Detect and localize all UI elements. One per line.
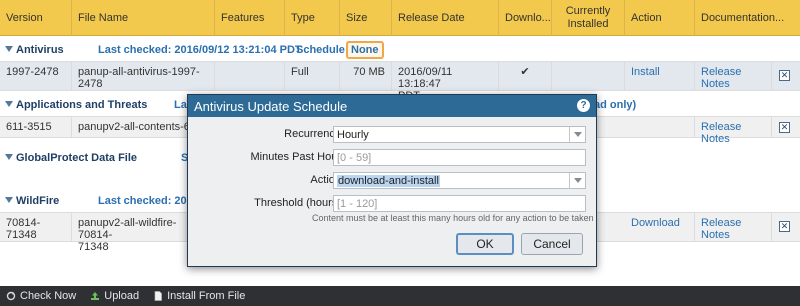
col-type-label: Type	[291, 12, 315, 24]
col-release-date-label: Release Date	[398, 12, 465, 24]
cell-file-name: panup-all-antivirus-1997-2478	[72, 62, 215, 90]
recurrence-value: Hourly	[337, 128, 369, 141]
collapse-triangle-icon[interactable]	[5, 197, 13, 203]
col-type[interactable]: Type	[285, 0, 340, 36]
cell-downloaded: ✔	[499, 62, 552, 90]
refresh-icon	[6, 291, 16, 301]
upload-button[interactable]: Upload	[90, 290, 139, 302]
chevron-down-icon[interactable]	[569, 127, 585, 142]
check-icon: ✔	[520, 66, 530, 78]
col-features[interactable]: Features	[215, 0, 285, 36]
action-value: download-and-install	[337, 174, 440, 187]
col-size-label: Size	[346, 12, 368, 24]
ok-button[interactable]: OK	[456, 233, 514, 255]
upload-label: Upload	[104, 290, 140, 302]
minutes-past-hour-input[interactable]: [0 - 59]	[333, 149, 586, 166]
cell-installed	[552, 62, 625, 90]
release-notes-link[interactable]: Release Notes	[701, 66, 741, 90]
collapse-triangle-icon[interactable]	[5, 154, 13, 160]
cancel-button[interactable]: Cancel	[521, 233, 583, 255]
col-file-name[interactable]: File Name	[72, 0, 215, 36]
cell-action: Install	[625, 62, 695, 90]
delete-icon[interactable]: ✕	[779, 70, 790, 81]
antivirus-schedule-label: Schedule:	[296, 44, 349, 56]
col-currently-installed[interactable]: Currently Installed	[552, 0, 625, 36]
dialog-title: Antivirus Update Schedule	[194, 98, 348, 114]
cell-size: 70 MB	[340, 62, 392, 90]
threshold-input[interactable]: [1 - 120]	[333, 195, 586, 212]
col-size[interactable]: Size	[340, 0, 392, 36]
release-date-line1: 2016/09/11 13:18:47	[398, 66, 453, 90]
antivirus-schedule-link[interactable]: None	[346, 41, 384, 59]
col-documentation[interactable]: Documentation...	[695, 0, 800, 36]
upload-icon	[91, 292, 100, 300]
dialog-title-bar[interactable]: Antivirus Update Schedule ?	[188, 95, 596, 117]
antivirus-schedule-dialog: Antivirus Update Schedule ? Recurrence H…	[187, 94, 597, 267]
check-now-label: Check Now	[20, 290, 77, 302]
recurrence-select[interactable]: Hourly	[333, 126, 586, 143]
delete-icon[interactable]: ✕	[779, 122, 790, 133]
section-antivirus-title: Antivirus	[16, 44, 64, 56]
cell-docs: Release Notes	[695, 117, 772, 145]
threshold-label: Threshold (hours)	[254, 197, 341, 209]
col-action-label: Action	[631, 12, 662, 24]
collapse-triangle-icon[interactable]	[5, 101, 13, 107]
check-now-button[interactable]: Check Now	[6, 290, 76, 302]
download-link[interactable]: Download	[631, 217, 680, 229]
col-version[interactable]: Version	[0, 0, 72, 36]
table-row[interactable]: 1997-2478 panup-all-antivirus-1997-2478 …	[0, 61, 800, 102]
cell-type: Full	[285, 62, 340, 90]
threshold-placeholder: [1 - 120]	[337, 197, 378, 210]
col-release-date[interactable]: Release Date	[392, 0, 499, 36]
col-downloaded-label: Downlo...	[505, 12, 551, 24]
col-features-label: Features	[221, 12, 265, 24]
cell-action: Download	[625, 213, 695, 241]
col-downloaded[interactable]: Downlo...	[499, 0, 552, 36]
col-version-label: Version	[6, 12, 43, 24]
install-link[interactable]: Install	[631, 66, 660, 78]
section-antivirus[interactable]: Antivirus Last checked: 2016/09/12 13:21…	[0, 40, 800, 60]
cell-action	[625, 117, 695, 137]
release-notes-link[interactable]: Release Notes	[701, 121, 741, 145]
antivirus-last-checked: Last checked: 2016/09/12 13:21:04 PDT	[98, 44, 302, 56]
cell-features	[215, 62, 285, 90]
col-file-name-label: File Name	[78, 12, 129, 24]
minutes-past-hour-label: Minutes Past Hour	[250, 151, 341, 163]
action-select[interactable]: download-and-install	[333, 172, 586, 189]
cell-version: 70814-71348	[0, 213, 72, 241]
cell-docs: Release Notes	[695, 213, 772, 241]
col-documentation-label: Documentation...	[701, 12, 785, 24]
section-globalprotect-title: GlobalProtect Data File	[16, 152, 138, 164]
cell-release-date: 2016/09/11 13:18:47 PDT	[392, 62, 499, 102]
table-header: Version File Name Features Type Size Rel…	[0, 0, 800, 36]
apps-schedule-partial: ad only)	[594, 99, 637, 111]
install-from-file-button[interactable]: Install From File	[153, 290, 245, 302]
threshold-hint: Content must be at least this many hours…	[312, 213, 594, 223]
section-wildfire-title: WildFire	[16, 195, 60, 207]
release-notes-link[interactable]: Release Notes	[701, 217, 741, 241]
cell-version: 1997-2478	[0, 62, 72, 90]
help-icon[interactable]: ?	[577, 99, 590, 112]
cell-version: 611-3515	[0, 117, 72, 137]
chevron-down-icon[interactable]	[569, 173, 585, 188]
collapse-triangle-icon[interactable]	[5, 46, 13, 52]
install-from-file-label: Install From File	[167, 290, 246, 302]
col-action[interactable]: Action	[625, 0, 695, 36]
col-currently-installed-label: Currently Installed	[565, 5, 611, 30]
section-apps-title: Applications and Threats	[16, 99, 148, 111]
apps-last-checked: La	[174, 99, 187, 111]
footer-toolbar: Check Now Upload Install From File	[0, 286, 800, 306]
delete-icon[interactable]: ✕	[779, 221, 790, 232]
cell-docs: Release Notes	[695, 62, 772, 90]
minutes-placeholder: [0 - 59]	[337, 151, 372, 164]
file-icon	[154, 291, 162, 301]
